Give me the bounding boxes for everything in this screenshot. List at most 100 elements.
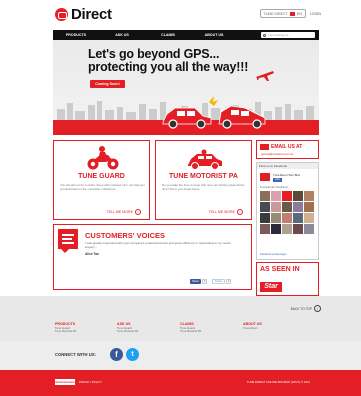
back-to-top-label: BACK TO TOP	[290, 306, 312, 311]
hero-headline-line1: Let's go beyond GPS...	[88, 47, 220, 61]
tell-me-more-label: TELL ME MORE	[106, 210, 133, 214]
avatar[interactable]	[282, 191, 292, 201]
lang-label: TUNE DIRECT	[263, 11, 288, 16]
avatar[interactable]	[260, 224, 270, 234]
nav-item-claims[interactable]: CLAIMS	[145, 33, 191, 37]
connect-bar: CONNECT WITH US: f t	[0, 341, 361, 370]
avatar[interactable]	[304, 213, 314, 223]
avatar[interactable]	[271, 202, 281, 212]
hero-headline-line2: protecting you all the way!!!	[88, 60, 249, 74]
tell-me-more-link[interactable]: TELL ME MORE ›	[208, 209, 243, 215]
hero-headline: Let's go beyond GPS... protecting you al…	[88, 48, 248, 74]
customers-voices-box: CUSTOMERS' VOICES I was greatly impresse…	[53, 224, 252, 290]
star-newspaper-logo[interactable]: Star	[260, 282, 282, 292]
avatar[interactable]	[271, 224, 281, 234]
privacy-policy-link[interactable]: PRIVACY POLICY	[79, 380, 102, 384]
email-title: EMAIL US AT	[271, 144, 303, 150]
testimonial-author: Alice Tan	[85, 252, 99, 256]
tune-insurance-logo[interactable]: tuneinsurance	[55, 379, 75, 385]
search-placeholder: I am looking for...	[268, 33, 291, 37]
avatar[interactable]	[282, 202, 292, 212]
footer-col-ask-us: ASK US Tune Guard Tune Motorist PA	[117, 322, 138, 334]
avatar[interactable]	[260, 191, 270, 201]
footer-link[interactable]: Tune Motorist PA	[180, 329, 201, 333]
crashed-cars-illustration	[162, 96, 266, 129]
main-nav: PRODUCTS ASK US CLAIMS ABOUT US I am loo…	[53, 30, 319, 40]
facebook-fan-faces	[260, 191, 314, 234]
footer-col-about-us: ABOUT US Tune Direct	[243, 322, 262, 330]
tweet-count: 0	[225, 279, 232, 284]
arrow-right-icon: ›	[135, 209, 141, 215]
nav-item-products[interactable]: PRODUCTS	[53, 33, 99, 37]
nav-item-ask-us[interactable]: ASK US	[99, 33, 145, 37]
facebook-share-button[interactable]: Share 0	[190, 279, 208, 284]
facebook-icon[interactable]: f	[110, 348, 123, 361]
bottom-bar: tuneinsurance PRIVACY POLICY TUNE DIRECT…	[0, 370, 361, 396]
airplane-icon	[256, 71, 274, 81]
avatar[interactable]	[293, 224, 303, 234]
tell-me-more-link[interactable]: TELL ME MORE ›	[106, 209, 141, 215]
language-selector[interactable]: TUNE DIRECT EN	[259, 9, 306, 18]
logo-text: Direct	[71, 6, 112, 23]
flag-icon	[289, 11, 295, 16]
product-title: TUNE MOTORIST PA	[169, 173, 238, 180]
as-seen-in-title: AS SEEN IN	[260, 266, 300, 273]
footer-link[interactable]: Tune Motorist PA	[117, 329, 138, 333]
hero-banner[interactable]: Let's go beyond GPS... protecting you al…	[53, 40, 319, 135]
facebook-plugin-label[interactable]: Facebook social plugin	[260, 253, 286, 256]
product-description: You should not be a victim. Even with cr…	[60, 183, 145, 191]
footer-link[interactable]: Tune Direct	[243, 326, 262, 330]
top-bar: TUNE DIRECT EN LOGIN	[259, 9, 321, 18]
lang-code: EN	[296, 11, 302, 16]
footer-link[interactable]: Tune Motorist PA	[55, 329, 76, 333]
avatar[interactable]	[282, 224, 292, 234]
copyright-text: TUNE DIRECT ONLINE SDN BHD (ADVT) © 2014	[246, 380, 310, 384]
avatar[interactable]	[260, 202, 270, 212]
arrow-right-icon: ›	[237, 209, 243, 215]
search-icon	[263, 33, 266, 37]
motorcycle-icon	[87, 146, 119, 170]
facebook-widget-header: Find us on Facebook	[257, 163, 318, 169]
bottom-left: tuneinsurance PRIVACY POLICY	[55, 379, 102, 385]
product-card-tune-motorist-pa[interactable]: TUNE MOTORIST PA Do you take the time to…	[155, 140, 252, 220]
coming-soon-button[interactable]: Coming Soon!	[90, 80, 125, 88]
avatar[interactable]	[260, 213, 270, 223]
login-link[interactable]: LOGIN	[310, 12, 321, 16]
page-logo	[260, 173, 270, 181]
product-title: TUNE GUARD	[78, 173, 125, 180]
facebook-share-label: Share	[190, 279, 201, 284]
as-seen-in-box: AS SEEN IN Star	[256, 262, 319, 296]
nav-item-about-us[interactable]: ABOUT US	[191, 33, 237, 37]
footer-col-claims: CLAIMS Tune Guard Tune Motorist PA	[180, 322, 201, 334]
facebook-like-button[interactable]: Like	[273, 178, 282, 182]
avatar[interactable]	[304, 202, 314, 212]
customers-voices-title: CUSTOMERS' VOICES	[85, 231, 165, 240]
avatar[interactable]	[271, 213, 281, 223]
tweet-label: Tweet	[212, 279, 225, 284]
avatar[interactable]	[304, 191, 314, 201]
tweet-button[interactable]: Tweet 0	[212, 279, 232, 284]
connect-label: CONNECT WITH US:	[55, 352, 96, 357]
speech-bubble-icon	[58, 229, 78, 253]
email-address[interactable]: general@tunedirect.com.my	[261, 153, 293, 156]
search-input[interactable]: I am looking for...	[261, 32, 315, 38]
avatar[interactable]	[293, 191, 303, 201]
back-to-top-link[interactable]: BACK TO TOP ›	[291, 305, 321, 312]
avatar[interactable]	[271, 191, 281, 201]
footer: BACK TO TOP › PRODUCTS Tune Guard Tune M…	[0, 296, 361, 341]
site-logo[interactable]: Direct	[55, 6, 112, 23]
product-card-tune-guard[interactable]: TUNE GUARD You should not be a victim. E…	[53, 140, 150, 220]
envelope-icon	[260, 144, 269, 150]
facebook-widget: Find us on Facebook TuneDirect Sdn Bhd L…	[256, 162, 319, 260]
car-icon	[188, 149, 222, 170]
arrow-up-icon: ›	[314, 305, 321, 312]
avatar[interactable]	[282, 213, 292, 223]
product-description: Do you take the time to keep that new ca…	[162, 183, 245, 191]
email-us-box[interactable]: EMAIL US AT general@tunedirect.com.my	[256, 140, 319, 159]
avatar[interactable]	[293, 202, 303, 212]
tell-me-more-label: TELL ME MORE	[208, 210, 235, 214]
twitter-icon[interactable]: t	[126, 348, 139, 361]
avatar[interactable]	[293, 213, 303, 223]
avatar[interactable]	[304, 224, 314, 234]
facebook-share-count: 0	[201, 279, 208, 284]
